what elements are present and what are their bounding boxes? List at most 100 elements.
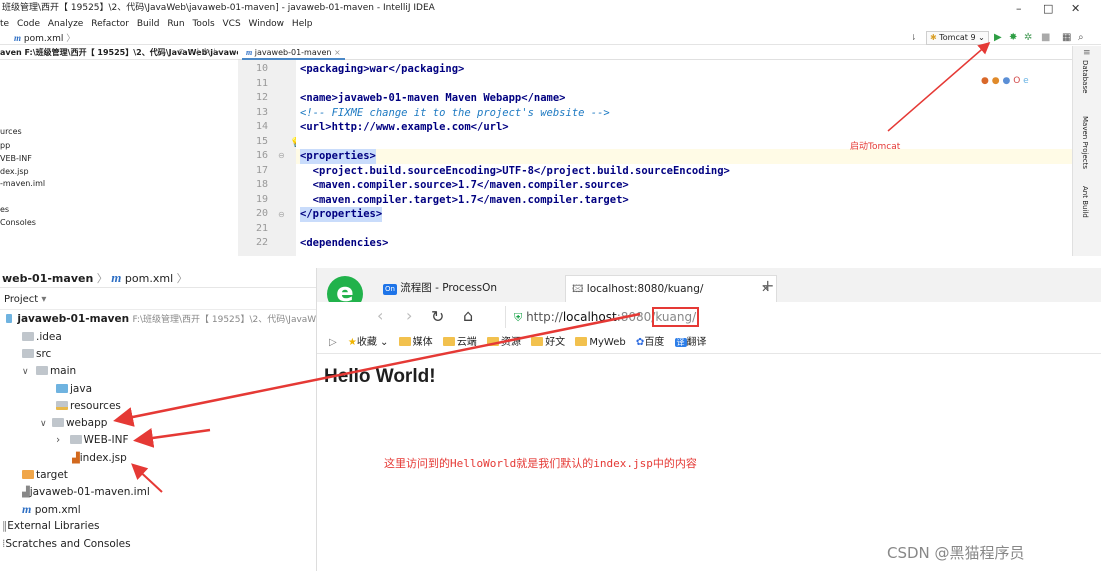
menu-item-vcs[interactable]: VCS (223, 19, 241, 29)
tree-item-resources[interactable]: resources (56, 398, 121, 416)
home-icon[interactable]: ⌂ (463, 306, 473, 325)
tree-item[interactable]: dex.jsp (0, 166, 238, 178)
tree-label: index.jsp (79, 452, 127, 464)
chrome-icon[interactable]: ● (981, 76, 989, 86)
menu-bar: te Code Analyze Refactor Build Run Tools… (0, 17, 1101, 31)
sidebar-toggle-icon[interactable]: ▷ (329, 337, 337, 348)
tree-item-main[interactable]: ∨ main (22, 363, 76, 381)
project-structure-icon[interactable]: ▦ (1062, 31, 1071, 45)
bookmark-translate[interactable]: 译翻译 (674, 337, 707, 348)
tree-item-java[interactable]: java (56, 381, 92, 399)
tree-item-idea[interactable]: .idea (22, 329, 62, 347)
url-field[interactable]: ⛨ http://localhost:8080/kuang/ (505, 306, 985, 328)
bookmark-label: 收藏 (356, 337, 377, 348)
tree-item-iml[interactable]: ▟javaweb-01-maven.iml (22, 484, 150, 502)
panel-settings-icons[interactable]: ⊙ ÷ | ✲· ⊢ (178, 47, 221, 56)
menu-item-run[interactable]: Run (167, 19, 184, 29)
bookmark-folder[interactable]: 好文 (531, 337, 565, 348)
tree-item[interactable]: pp (0, 140, 238, 152)
bookmark-folder[interactable]: MyWeb (575, 337, 626, 348)
forward-icon[interactable]: › (406, 306, 412, 325)
tree-root-path: F:\班级管理\西开【 19525】\2、代码\JavaWeb (132, 315, 316, 325)
collapse-icon[interactable]: › (56, 434, 60, 446)
close-button[interactable]: ✕ (1071, 0, 1080, 17)
back-icon[interactable]: ‹ (377, 306, 383, 325)
folder-icon (487, 337, 499, 346)
bookmark-folder[interactable]: 云端 (442, 337, 477, 348)
menu-item-build[interactable]: Build (137, 19, 160, 29)
tree-item[interactable]: es (0, 204, 238, 216)
bookmark-folder[interactable]: 媒体 (398, 337, 433, 348)
breadcrumb-file[interactable]: pom.xml (125, 272, 173, 285)
ant-build-tool-tab[interactable]: Ant Build (1081, 186, 1089, 218)
safari-icon[interactable]: ● (1002, 76, 1010, 86)
expand-icon[interactable]: ∨ (40, 419, 47, 429)
database-tool-tab[interactable]: Database (1081, 60, 1089, 93)
line-number: 11 (255, 77, 268, 89)
line-number: 10 (255, 63, 268, 74)
run-icon[interactable]: ▶ (994, 31, 1002, 45)
browser-preview-icons[interactable]: ● ● ● O e (981, 76, 1029, 86)
tree-item-scratches[interactable]: ⁞Scratches and Consoles (2, 536, 131, 554)
code-line-selected: </properties> (300, 207, 383, 222)
page-icon: 🖾 (572, 283, 584, 295)
menu-item-refactor[interactable]: Refactor (91, 19, 129, 29)
run-config-label: Tomcat 9 (939, 33, 976, 42)
breadcrumb-project[interactable]: web-01-maven (2, 272, 93, 285)
run-config-select[interactable]: ✱ Tomcat 9 ⌄ (926, 31, 989, 45)
star-icon: ★ (347, 337, 357, 348)
browser-tab-processon[interactable]: On 流程图 - ProcessOn (377, 275, 503, 302)
maven-icon: m (22, 502, 32, 516)
tree-label: Scratches and Consoles (5, 538, 131, 550)
project-view-selector[interactable]: Project ▾ (0, 290, 316, 310)
menu-item-code[interactable]: Code (17, 19, 40, 29)
tree-item[interactable]: Consoles (0, 217, 238, 229)
maximize-button[interactable]: □ (1043, 0, 1053, 17)
window-title-bar: 班级管理\西开【 19525】\2、代码\JavaWeb\javaweb-01-… (0, 0, 1101, 17)
tree-item-target[interactable]: target (22, 467, 68, 485)
new-tab-button[interactable]: + (761, 276, 774, 295)
tree-item-src[interactable]: src (22, 346, 51, 364)
tree-item[interactable]: VEB-INF (0, 153, 238, 165)
menu-icon[interactable]: ≡ (1083, 48, 1091, 58)
opera-icon[interactable]: O (1013, 76, 1020, 86)
bookmark-baidu[interactable]: ✿百度 (636, 337, 664, 348)
expand-icon[interactable]: ∨ (22, 367, 29, 377)
editor-tab[interactable]: m javaweb-01-maven × (242, 46, 345, 60)
close-icon[interactable]: × (334, 48, 341, 57)
browser-tab-localhost[interactable]: 🖾 localhost:8080/kuang/ ✕ (565, 275, 777, 302)
debug-icon[interactable]: ✸ (1009, 31, 1017, 45)
bookmark-favorites[interactable]: ★收藏 ⌄ (348, 337, 389, 348)
tree-item[interactable]: urces (0, 126, 238, 138)
firefox-icon[interactable]: ● (992, 76, 1000, 86)
tree-item-pom[interactable]: m pom.xml (22, 501, 81, 519)
menu-item-analyze[interactable]: Analyze (48, 19, 83, 29)
minimize-button[interactable]: – (1016, 0, 1022, 17)
code-editor[interactable]: <packaging>war</packaging> <name>javaweb… (296, 60, 1072, 256)
search-icon[interactable]: ⌕ (1078, 31, 1084, 45)
tree-item[interactable]: -maven.iml (0, 178, 238, 190)
menu-item-window[interactable]: Window (249, 19, 285, 29)
browser-tab-label: 流程图 - ProcessOn (400, 282, 498, 294)
menu-item-tools[interactable]: Tools (192, 19, 214, 29)
build-icon[interactable]: ⇂ (910, 31, 917, 45)
reload-icon[interactable]: ↻ (431, 307, 444, 326)
bookmark-folder[interactable]: 资源 (487, 337, 521, 348)
stop-icon[interactable]: ■ (1041, 31, 1050, 45)
tree-item-index[interactable]: ▟index.jsp (72, 450, 127, 468)
maven-projects-tool-tab[interactable]: Maven Projects (1081, 116, 1089, 169)
excluded-folder-icon (22, 470, 34, 479)
breadcrumb-separator: 〉 (176, 272, 188, 285)
fold-icon[interactable]: ⊖ (278, 210, 285, 219)
fold-icon[interactable]: ⊖ (278, 151, 285, 160)
coverage-icon[interactable]: ✲ (1024, 31, 1032, 45)
tree-label: javaweb-01-maven.iml (29, 486, 150, 498)
nav-crumb-pom[interactable]: pom.xml (24, 34, 63, 44)
tree-item-webinf[interactable]: › WEB-INF (56, 432, 129, 450)
ie-icon[interactable]: e (1023, 76, 1029, 86)
menu-item-file-partial[interactable]: te (0, 19, 9, 29)
tree-item-webapp[interactable]: ∨ webapp (40, 415, 107, 433)
menu-item-help[interactable]: Help (292, 19, 313, 29)
tree-item-external-libraries[interactable]: ‖External Libraries (2, 518, 100, 536)
tree-root[interactable]: javaweb-01-maven F:\班级管理\西开【 19525】\2、代码… (6, 311, 316, 329)
